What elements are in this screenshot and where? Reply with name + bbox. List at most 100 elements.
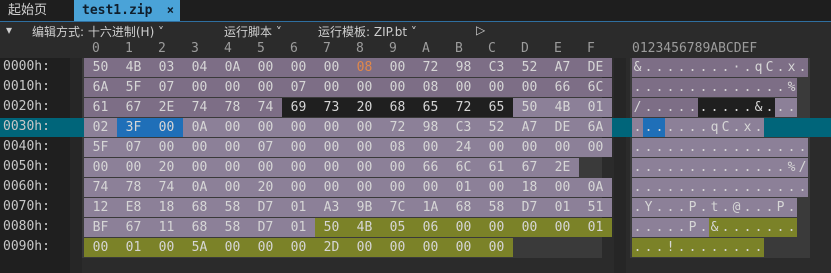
ascii-char[interactable]: .: [753, 158, 764, 177]
ascii-char[interactable]: .: [698, 218, 709, 237]
hex-byte[interactable]: 00: [513, 218, 546, 237]
ascii-char[interactable]: .: [764, 218, 775, 237]
ascii-char[interactable]: .: [643, 138, 654, 157]
hex-byte[interactable]: 00: [513, 138, 546, 157]
hex-byte[interactable]: 00: [216, 118, 249, 137]
hex-byte[interactable]: 4B: [348, 218, 381, 237]
ascii-char[interactable]: x: [742, 118, 753, 137]
ascii-char[interactable]: .: [698, 198, 709, 217]
hex-byte[interactable]: 00: [381, 58, 414, 77]
ascii-char[interactable]: /: [797, 158, 808, 177]
hex-byte[interactable]: 00: [480, 238, 513, 257]
ascii-char[interactable]: q: [709, 118, 720, 137]
hex-byte[interactable]: 00: [282, 158, 315, 177]
ascii-char[interactable]: C: [764, 58, 775, 77]
hex-byte[interactable]: 00: [579, 138, 612, 157]
hex-byte[interactable]: 00: [447, 238, 480, 257]
hex-byte[interactable]: 00: [315, 138, 348, 157]
ascii-char[interactable]: .: [709, 238, 720, 257]
hex-byte[interactable]: 68: [183, 218, 216, 237]
ascii-char[interactable]: .: [654, 238, 665, 257]
hex-byte[interactable]: 07: [249, 138, 282, 157]
ascii-char[interactable]: .: [709, 178, 720, 197]
ascii-char[interactable]: .: [676, 98, 687, 117]
ascii-char[interactable]: .: [687, 58, 698, 77]
ascii-char[interactable]: .: [632, 158, 643, 177]
hex-byte[interactable]: 00: [282, 118, 315, 137]
ascii-char[interactable]: .: [676, 198, 687, 217]
hex-byte[interactable]: A7: [513, 118, 546, 137]
hex-byte[interactable]: 00: [249, 158, 282, 177]
hex-byte[interactable]: 0A: [183, 178, 216, 197]
ascii-char[interactable]: .: [753, 218, 764, 237]
close-icon[interactable]: ×: [167, 0, 174, 21]
hex-byte[interactable]: C3: [447, 118, 480, 137]
ascii-char[interactable]: .: [654, 138, 665, 157]
ascii-char[interactable]: .: [753, 198, 764, 217]
hex-byte[interactable]: 00: [480, 138, 513, 157]
hex-byte[interactable]: 52: [480, 118, 513, 137]
ascii-char[interactable]: .: [698, 118, 709, 137]
ascii-char[interactable]: .: [720, 138, 731, 157]
hex-byte[interactable]: E8: [117, 198, 150, 217]
ascii-char[interactable]: .: [654, 78, 665, 97]
ascii-char[interactable]: .: [654, 218, 665, 237]
hex-byte[interactable]: D7: [513, 198, 546, 217]
ascii-char[interactable]: .: [687, 118, 698, 137]
ascii-char[interactable]: .: [797, 138, 808, 157]
ascii-char[interactable]: .: [687, 78, 698, 97]
hex-byte[interactable]: 01: [117, 238, 150, 257]
hex-byte[interactable]: 78: [117, 178, 150, 197]
hex-byte[interactable]: BF: [84, 218, 117, 237]
ascii-char[interactable]: .: [654, 118, 665, 137]
ascii-char[interactable]: .: [731, 118, 742, 137]
ascii-char[interactable]: .: [786, 198, 797, 217]
ascii-char[interactable]: Y: [643, 198, 654, 217]
hex-byte[interactable]: 00: [150, 138, 183, 157]
hex-byte[interactable]: 67: [117, 98, 150, 117]
ascii-char[interactable]: .: [698, 78, 709, 97]
ascii-char[interactable]: .: [720, 218, 731, 237]
ascii-char[interactable]: .: [764, 158, 775, 177]
hex-byte[interactable]: 01: [579, 98, 612, 117]
hex-byte[interactable]: 00: [216, 238, 249, 257]
ascii-char[interactable]: ·: [731, 58, 742, 77]
ascii-char[interactable]: P: [775, 198, 786, 217]
hex-byte[interactable]: 00: [315, 178, 348, 197]
hex-byte[interactable]: 00: [381, 78, 414, 97]
hex-byte[interactable]: 20: [249, 178, 282, 197]
hex-byte[interactable]: DE: [546, 118, 579, 137]
hex-byte[interactable]: 00: [447, 78, 480, 97]
hex-byte[interactable]: 52: [513, 58, 546, 77]
ascii-char[interactable]: .: [665, 198, 676, 217]
hex-byte[interactable]: 6A: [579, 118, 612, 137]
ascii-char[interactable]: .: [643, 118, 654, 137]
hex-byte[interactable]: 07: [150, 78, 183, 97]
hex-byte[interactable]: 00: [183, 78, 216, 97]
hex-byte[interactable]: 18: [513, 178, 546, 197]
ascii-char[interactable]: .: [698, 238, 709, 257]
hex-byte[interactable]: 06: [414, 218, 447, 237]
ascii-char[interactable]: .: [742, 238, 753, 257]
ascii-char[interactable]: .: [775, 158, 786, 177]
hex-byte[interactable]: 0A: [216, 58, 249, 77]
hex-byte[interactable]: 00: [546, 138, 579, 157]
hex-byte[interactable]: 7C: [381, 198, 414, 217]
ascii-char[interactable]: P: [687, 198, 698, 217]
edit-mode-dropdown[interactable]: 编辑方式: 十六进制(H) ˅: [32, 23, 164, 40]
ascii-char[interactable]: .: [753, 138, 764, 157]
hex-byte[interactable]: 00: [282, 238, 315, 257]
hex-byte[interactable]: 00: [348, 158, 381, 177]
ascii-char[interactable]: .: [709, 58, 720, 77]
hex-byte[interactable]: 69: [282, 98, 315, 117]
ascii-char[interactable]: .: [632, 138, 643, 157]
hex-byte[interactable]: 07: [282, 78, 315, 97]
ascii-char[interactable]: .: [742, 178, 753, 197]
ascii-char[interactable]: .: [720, 158, 731, 177]
hex-byte[interactable]: 00: [216, 158, 249, 177]
hex-byte[interactable]: 74: [150, 178, 183, 197]
ascii-char[interactable]: &: [632, 58, 643, 77]
ascii-char[interactable]: /: [632, 98, 643, 117]
hex-byte[interactable]: 01: [546, 198, 579, 217]
hex-byte[interactable]: 68: [183, 198, 216, 217]
